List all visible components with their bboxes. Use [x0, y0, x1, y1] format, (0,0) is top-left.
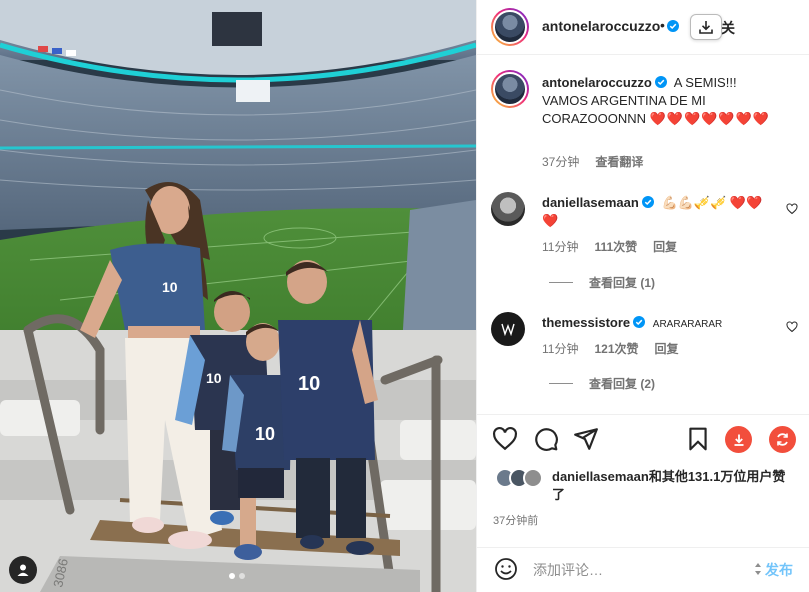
comment-input[interactable]: 添加评论…: [533, 560, 603, 580]
comment-username-text[interactable]: daniellasemaan: [542, 195, 639, 210]
comment-username-text[interactable]: themessistore: [542, 315, 630, 330]
author-avatar[interactable]: [491, 8, 529, 46]
verified-badge-icon: [633, 316, 646, 328]
caption-meta: 37分钟 查看翻译: [542, 153, 643, 170]
caption-hearts: ❤️❤️❤️❤️❤️❤️❤️: [649, 111, 770, 126]
add-comment-bar: 添加评论… 发布: [477, 548, 809, 592]
comment-username[interactable]: daniellasemaan: [542, 195, 654, 210]
heart-icon[interactable]: [786, 203, 798, 215]
comment-meta: 11分钟 111次赞 回复: [542, 238, 677, 255]
jersey-number-kid-2: 10: [255, 424, 275, 444]
reply-button[interactable]: 回复: [655, 340, 679, 357]
stadium-photo-illustration: 10 10 10 10 3086: [0, 0, 476, 592]
caption-username-text[interactable]: antonelaroccuzzo: [542, 75, 652, 90]
jersey-number-woman: 10: [162, 279, 178, 295]
reply-button[interactable]: 回复: [653, 238, 677, 255]
view-replies-label[interactable]: 查看回复 (2): [589, 375, 655, 392]
author-username[interactable]: antonelaroccuzzo: [542, 18, 680, 34]
header-separator: •: [660, 17, 665, 33]
action-bar: [477, 424, 809, 458]
user-tag-icon[interactable]: [9, 556, 37, 584]
comments-divider: [477, 414, 809, 415]
scroll-stepper-icon[interactable]: [753, 560, 763, 578]
likes-text: daniellasemaan和其他131.1万位用户赞了: [552, 468, 797, 504]
liker-avatar: [523, 468, 543, 488]
heart-icon[interactable]: [786, 321, 798, 333]
carousel-dot[interactable]: [239, 573, 245, 579]
view-replies-button[interactable]: 查看回复 (2): [549, 375, 655, 392]
comment-likes[interactable]: 121次赞: [594, 340, 638, 357]
comment-avatar[interactable]: [491, 312, 525, 346]
comment-body: themessistore ARARARARAR: [542, 314, 777, 334]
view-replies-button[interactable]: 查看回复 (1): [549, 274, 655, 291]
post-timestamp[interactable]: 37分钟前: [493, 512, 538, 528]
post-header: antonelaroccuzzo • 关: [477, 0, 809, 54]
comment-body: daniellasemaan 💪🏻💪🏻🎺🎺 ❤️❤️❤️: [542, 194, 777, 230]
heart-icon[interactable]: [492, 426, 518, 452]
comment-time[interactable]: 11分钟: [542, 238, 578, 255]
repost-circle-icon[interactable]: [769, 426, 796, 453]
post-comment-button[interactable]: 发布: [765, 560, 793, 580]
verified-badge-icon: [641, 196, 654, 208]
liker-avatars[interactable]: [495, 468, 545, 490]
author-username-text[interactable]: antonelaroccuzzo: [542, 18, 660, 34]
comment-username[interactable]: themessistore: [542, 315, 646, 330]
post-photo[interactable]: 10 10 10 10 3086: [0, 0, 476, 592]
caption-time[interactable]: 37分钟: [542, 153, 579, 170]
follow-button[interactable]: 关: [721, 18, 735, 38]
view-replies-label[interactable]: 查看回复 (1): [589, 274, 655, 291]
comment-likes[interactable]: 111次赞: [594, 238, 637, 255]
post-detail-panel: antonelaroccuzzo • 关 antonelaroccuzzo A …: [476, 0, 809, 592]
download-circle-icon[interactable]: [725, 426, 752, 453]
verified-badge-icon: [654, 76, 667, 88]
carousel-dot-active[interactable]: [229, 573, 235, 579]
jersey-number-kid-1: 10: [206, 370, 222, 386]
share-icon[interactable]: [573, 426, 599, 452]
replies-line: [549, 282, 573, 283]
replies-line: [549, 383, 573, 384]
likes-summary: daniellasemaan和其他131.1万位用户赞了: [477, 466, 809, 506]
download-icon[interactable]: [690, 14, 722, 40]
caption-username[interactable]: antonelaroccuzzo: [542, 75, 667, 90]
carousel-indicator: [229, 573, 245, 579]
verified-badge-icon: [667, 20, 680, 32]
jersey-number-kid-3: 10: [298, 373, 320, 395]
translate-link[interactable]: 查看翻译: [595, 153, 643, 170]
caption-body: antonelaroccuzzo A SEMIS!!! VAMOS ARGENT…: [542, 74, 777, 128]
comment-text: ARARARARAR: [652, 319, 723, 330]
comment-time[interactable]: 11分钟: [542, 340, 578, 357]
comment-icon[interactable]: [533, 426, 559, 452]
caption-avatar[interactable]: [491, 70, 529, 108]
emoji-icon[interactable]: [494, 557, 518, 581]
likes-username[interactable]: daniellasemaan: [552, 469, 649, 484]
bookmark-icon[interactable]: [685, 426, 711, 452]
header-divider: [477, 54, 809, 55]
comment-meta: 11分钟 121次赞 回复: [542, 340, 679, 357]
comment-avatar[interactable]: [491, 192, 525, 226]
